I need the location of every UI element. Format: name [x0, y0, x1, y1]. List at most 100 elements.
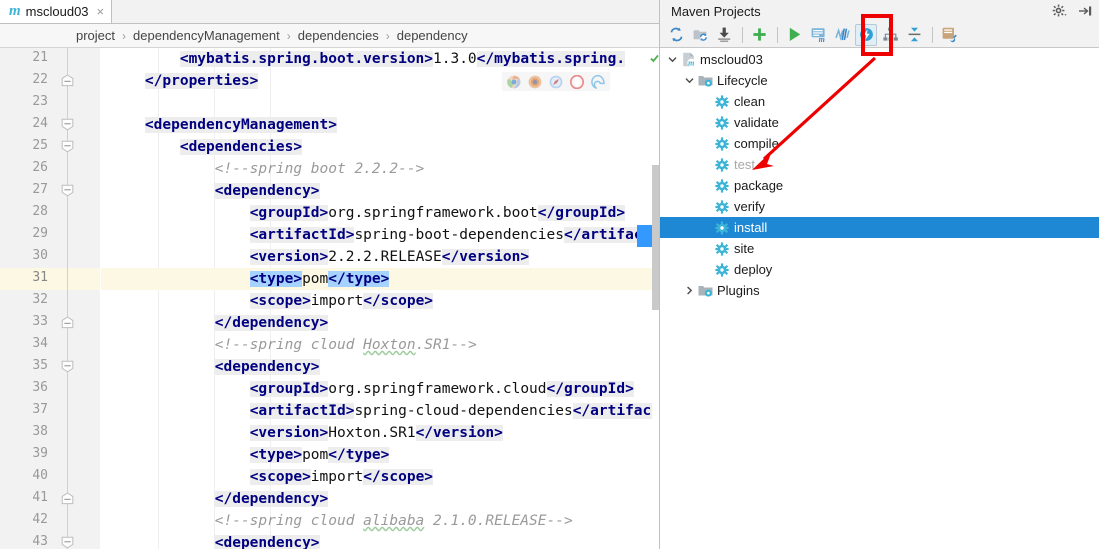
run-maven-build-icon[interactable] — [783, 24, 805, 46]
code-line-32[interactable]: <scope>import</scope> — [101, 290, 660, 312]
breadcrumb-item-dependency[interactable]: dependency — [397, 28, 468, 43]
gutter-line-31[interactable]: 31 — [0, 268, 100, 290]
code-line-25[interactable]: <dependencies> — [101, 136, 660, 158]
reimport-icon[interactable] — [665, 24, 687, 46]
fold-start-icon[interactable] — [61, 140, 74, 153]
tree-item-plugins[interactable]: Plugins — [660, 280, 1099, 301]
code-line-43[interactable]: <dependency> — [101, 532, 660, 549]
breadcrumb-item-dependencies[interactable]: dependencies — [298, 28, 379, 43]
tree-item-site[interactable]: site — [660, 238, 1099, 259]
fold-end-icon[interactable] — [61, 492, 74, 505]
tree-item-package[interactable]: package — [660, 175, 1099, 196]
breadcrumb-item-dependencymanagement[interactable]: dependencyManagement — [133, 28, 280, 43]
generate-sources-icon[interactable] — [689, 24, 711, 46]
collapse-all-icon[interactable] — [903, 24, 925, 46]
toggle-offline-icon[interactable] — [831, 24, 853, 46]
tree-item-verify[interactable]: verify — [660, 196, 1099, 217]
browser-launch-icons[interactable] — [502, 72, 610, 91]
maven-settings-icon[interactable] — [938, 24, 960, 46]
code-line-26[interactable]: <!--spring boot 2.2.2--> — [101, 158, 660, 180]
gutter-line-36[interactable]: 36 — [0, 378, 100, 400]
gutter-line-30[interactable]: 30 — [0, 246, 100, 268]
fold-end-icon[interactable] — [61, 316, 74, 329]
code-line-37[interactable]: <artifactId>spring-cloud-dependencies</a… — [101, 400, 660, 422]
chevron-down-icon[interactable] — [665, 49, 680, 70]
tree-item-mscloud03[interactable]: mmscloud03 — [660, 49, 1099, 70]
maven-project-tree[interactable]: mmscloud03Lifecyclecleanvalidatecompilet… — [660, 49, 1099, 549]
tree-item-clean[interactable]: clean — [660, 91, 1099, 112]
gutter-line-21[interactable]: 21 — [0, 48, 100, 70]
gutter-line-33[interactable]: 33 — [0, 312, 100, 334]
chevron-down-icon[interactable] — [682, 70, 697, 91]
gutter-line-40[interactable]: 40 — [0, 466, 100, 488]
gutter-line-29[interactable]: 29 — [0, 224, 100, 246]
gutter-line-42[interactable]: 42 — [0, 510, 100, 532]
fold-start-icon[interactable] — [61, 118, 74, 131]
code-line-42[interactable]: <!--spring cloud alibaba 2.1.0.RELEASE--… — [101, 510, 660, 532]
gutter-line-24[interactable]: 24 — [0, 114, 100, 136]
code-line-30[interactable]: <version>2.2.2.RELEASE</version> — [101, 246, 660, 268]
code-line-35[interactable]: <dependency> — [101, 356, 660, 378]
show-dependencies-icon[interactable] — [879, 24, 901, 46]
tree-item-validate[interactable]: validate — [660, 112, 1099, 133]
chrome-icon[interactable] — [507, 75, 521, 89]
code-line-39[interactable]: <type>pom</type> — [101, 444, 660, 466]
code-line-29[interactable]: <artifactId>spring-boot-dependencies</ar… — [101, 224, 660, 246]
code-line-34[interactable]: <!--spring cloud Hoxton.SR1--> — [101, 334, 660, 356]
firefox-icon[interactable] — [528, 75, 542, 89]
gutter-line-23[interactable]: 23 — [0, 92, 100, 114]
add-maven-project-icon[interactable] — [748, 24, 770, 46]
code-line-40[interactable]: <scope>import</scope> — [101, 466, 660, 488]
code-token — [110, 513, 215, 529]
settings-gear-icon[interactable] — [1052, 3, 1068, 19]
code-line-24[interactable]: <dependencyManagement> — [101, 114, 660, 136]
editor-tab-mscloud03[interactable]: m mscloud03 × — [0, 0, 112, 23]
gutter-line-34[interactable]: 34 — [0, 334, 100, 356]
tree-item-install[interactable]: install — [660, 217, 1099, 238]
code-line-23[interactable] — [101, 92, 660, 114]
download-sources-icon[interactable] — [713, 24, 735, 46]
gutter-line-32[interactable]: 32 — [0, 290, 100, 312]
gutter-line-41[interactable]: 41 — [0, 488, 100, 510]
code-token — [110, 425, 250, 441]
code-line-27[interactable]: <dependency> — [101, 180, 660, 202]
code-area[interactable]: <mybatis.spring.boot.version>1.3.0</myba… — [101, 48, 660, 549]
breadcrumb-item-project[interactable]: project — [76, 28, 115, 43]
safari-icon[interactable] — [549, 75, 563, 89]
code-line-31[interactable]: <type>pom</type> — [101, 268, 660, 290]
gutter-line-22[interactable]: 22 — [0, 70, 100, 92]
tree-item-test[interactable]: test — [660, 154, 1099, 175]
chevron-right-icon[interactable] — [682, 280, 697, 301]
code-line-33[interactable]: </dependency> — [101, 312, 660, 334]
close-icon[interactable]: × — [97, 5, 105, 18]
inspection-warning-icon[interactable] — [650, 50, 659, 59]
code-line-28[interactable]: <groupId>org.springframework.boot</group… — [101, 202, 660, 224]
editor-gutter[interactable]: 2122232425262728293031323334353637383940… — [0, 48, 100, 549]
opera-icon[interactable] — [570, 75, 584, 89]
code-line-38[interactable]: <version>Hoxton.SR1</version> — [101, 422, 660, 444]
toggle-skip-tests-icon[interactable] — [855, 24, 877, 46]
execute-goal-icon[interactable]: m — [807, 24, 829, 46]
tree-item-deploy[interactable]: deploy — [660, 259, 1099, 280]
fold-start-icon[interactable] — [61, 184, 74, 197]
fold-start-icon[interactable] — [61, 360, 74, 373]
pane-divider[interactable] — [659, 0, 660, 549]
fold-start-icon[interactable] — [61, 536, 74, 549]
gutter-line-25[interactable]: 25 — [0, 136, 100, 158]
gutter-line-26[interactable]: 26 — [0, 158, 100, 180]
gutter-line-28[interactable]: 28 — [0, 202, 100, 224]
gutter-line-27[interactable]: 27 — [0, 180, 100, 202]
fold-end-icon[interactable] — [61, 74, 74, 87]
edge-icon[interactable] — [591, 75, 605, 89]
tree-item-lifecycle[interactable]: Lifecycle — [660, 70, 1099, 91]
gutter-line-38[interactable]: 38 — [0, 422, 100, 444]
code-line-41[interactable]: </dependency> — [101, 488, 660, 510]
code-line-36[interactable]: <groupId>org.springframework.cloud</grou… — [101, 378, 660, 400]
tree-item-compile[interactable]: compile — [660, 133, 1099, 154]
gutter-line-37[interactable]: 37 — [0, 400, 100, 422]
hide-panel-icon[interactable] — [1077, 3, 1093, 19]
gutter-line-35[interactable]: 35 — [0, 356, 100, 378]
gutter-line-39[interactable]: 39 — [0, 444, 100, 466]
gutter-line-43[interactable]: 43 — [0, 532, 100, 549]
code-line-21[interactable]: <mybatis.spring.boot.version>1.3.0</myba… — [101, 48, 660, 70]
